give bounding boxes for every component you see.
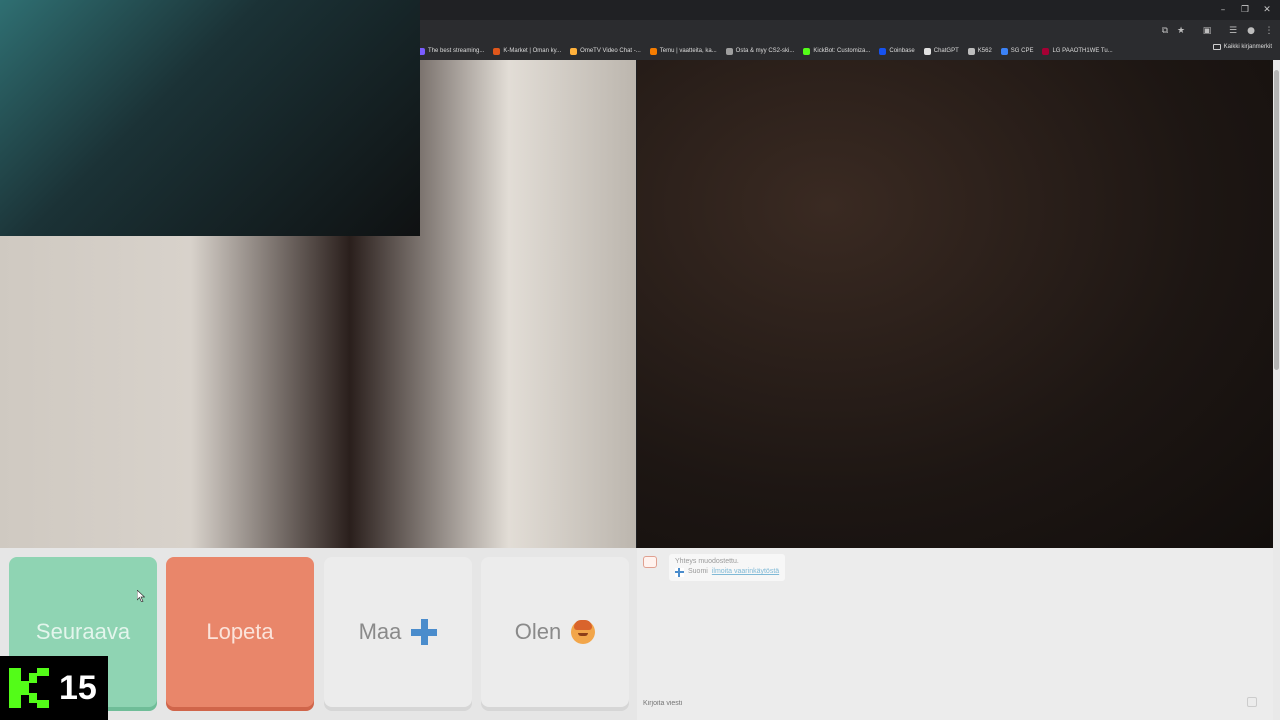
connection-status-text: Yhteys muodostettu. [675, 558, 739, 565]
all-bookmarks-button[interactable]: Kaikki kirjanmerkit [1212, 44, 1272, 50]
bookmark-favicon-icon [967, 47, 975, 55]
minimize-icon[interactable]: – [1216, 3, 1230, 17]
bookmark-label: The best streaming... [428, 48, 485, 54]
bookmark-item[interactable]: SG CPE [1000, 47, 1034, 55]
send-icon[interactable] [1247, 697, 1257, 707]
self-video [637, 60, 1273, 548]
bookmark-item[interactable]: Temu | vaatteita, ka... [649, 47, 717, 55]
install-app-icon[interactable]: ⧉ [1158, 24, 1172, 38]
chat-panel: Yhteys muodostettu. Suomi ilmoita vaarin… [637, 548, 1273, 720]
bookmark-item[interactable]: KickBot: Customiza... [803, 47, 871, 55]
all-bookmarks-label: Kaikki kirjanmerkit [1223, 44, 1272, 50]
bookmark-favicon-icon [1042, 47, 1050, 55]
partner-country-line: Suomi ilmoita vaarinkäytöstä [675, 567, 779, 577]
stop-button[interactable]: Lopeta [166, 557, 314, 707]
country-button-label: Maa [358, 619, 402, 644]
bookmark-item[interactable]: K-Market | Oman ky... [493, 47, 562, 55]
stop-button-label: Lopeta [206, 619, 274, 644]
bookmark-label: LG PAAOTH1WE Tu... [1052, 48, 1113, 54]
bookmark-item[interactable]: LG PAAOTH1WE Tu... [1042, 47, 1113, 55]
bookmark-label: KickBot: Customiza... [813, 48, 871, 54]
bookmark-label: SG CPE [1010, 48, 1034, 54]
kick-follower-count: 15 [59, 668, 97, 707]
sidebar-icon[interactable]: ☰ [1226, 24, 1240, 38]
restore-icon[interactable]: ❐ [1238, 3, 1252, 17]
bookmark-favicon-icon [923, 47, 931, 55]
bookmark-label: Coinbase [889, 48, 915, 54]
mouse-cursor-icon [137, 590, 145, 602]
system-message: Yhteys muodostettu. Suomi ilmoita vaarin… [669, 554, 786, 581]
menu-dots-icon[interactable]: ⋮ [1262, 24, 1276, 38]
bookmark-favicon-icon [570, 47, 578, 55]
chat-logo-icon [643, 556, 657, 568]
country-button[interactable]: Maa [324, 557, 472, 707]
next-button-label: Seuraava [35, 619, 131, 644]
screen: – ❐ ✕ ⧉ ★ ▣ ☰ ● ⋮ The best streaming... K… [0, 0, 1280, 720]
bookmark-favicon-icon [725, 47, 733, 55]
bookmark-favicon-icon [493, 47, 501, 55]
bookmark-label: Osta & myy CS2-ski... [735, 48, 795, 54]
bookmark-star-icon[interactable]: ★ [1174, 24, 1188, 38]
bookmark-item[interactable]: The best streaming... [418, 47, 485, 55]
scrollbar-thumb[interactable] [1274, 70, 1279, 370]
boy-face-icon [571, 620, 596, 644]
gender-button-label: Olen [514, 619, 562, 644]
finland-flag-icon [411, 619, 438, 645]
bookmark-favicon-icon [1000, 47, 1008, 55]
kick-follower-badge: 15 [0, 656, 108, 720]
close-window-icon[interactable]: ✕ [1260, 3, 1274, 17]
bookmark-item[interactable]: OmeTV Video Chat -... [570, 47, 641, 55]
kick-logo-icon [9, 668, 49, 708]
bookmark-item[interactable]: Coinbase [879, 47, 915, 55]
finland-flag-icon [675, 567, 684, 577]
bookmark-label: K562 [977, 48, 992, 54]
profile-icon[interactable]: ● [1244, 24, 1258, 38]
bookmark-label: K-Market | Oman ky... [503, 48, 562, 54]
gender-button[interactable]: Olen [481, 557, 629, 707]
partner-country-text: Suomi [688, 568, 708, 575]
bookmark-item[interactable]: ChatGPT [923, 47, 959, 55]
bookmark-label: ChatGPT [933, 48, 959, 54]
bookmark-label: Temu | vaatteita, ka... [659, 48, 717, 54]
extensions-icon[interactable]: ▣ [1200, 24, 1214, 38]
folder-icon [1212, 44, 1221, 50]
bookmark-favicon-icon [649, 47, 657, 55]
page-scrollbar[interactable] [1273, 60, 1280, 720]
bookmark-item[interactable]: Osta & myy CS2-ski... [725, 47, 795, 55]
bookmark-item[interactable]: K562 [967, 47, 992, 55]
report-abuse-link[interactable]: ilmoita vaarinkäytöstä [712, 567, 779, 577]
bookmark-label: OmeTV Video Chat -... [580, 48, 641, 54]
chat-message-input[interactable] [641, 694, 1259, 712]
bookmark-favicon-icon [803, 47, 811, 55]
bookmark-favicon-icon [879, 47, 887, 55]
streamer-webcam-overlay [0, 0, 420, 236]
